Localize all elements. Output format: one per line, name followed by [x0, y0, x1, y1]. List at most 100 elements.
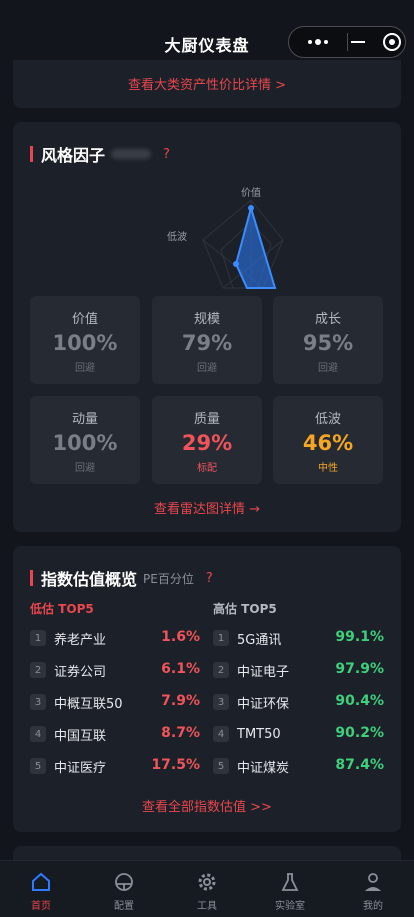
pe-percentile-value: 90.4%: [335, 693, 384, 709]
rank-badge: 1: [213, 630, 229, 646]
factor-percentile: 100%: [52, 431, 118, 455]
factor-name: 低波: [314, 412, 341, 427]
factor-status: 回避: [197, 363, 217, 374]
rank-badge: 2: [213, 662, 229, 678]
help-icon[interactable]: ?: [163, 147, 170, 162]
tab-label: 实验室: [275, 901, 305, 912]
all-index-link[interactable]: 查看全部指数估值 >>: [13, 796, 401, 815]
close-button[interactable]: [347, 27, 405, 57]
factor-tile[interactable]: 成长 95% 回避: [273, 296, 383, 384]
asset-detail-link[interactable]: 查看大类资产性价比详情 >: [13, 74, 401, 93]
factor-percentile: 29%: [181, 431, 233, 455]
factor-percentile: 46%: [302, 431, 354, 455]
factor-name: 价值: [71, 312, 98, 327]
pe-percentile-value: 6.1%: [161, 661, 200, 677]
pe-percentile-value: 99.1%: [335, 629, 384, 645]
high-valuation-row[interactable]: 1 5G通讯: [213, 628, 281, 648]
help-icon[interactable]: ?: [206, 571, 213, 586]
low-valuation-row[interactable]: 5 中证医疗: [30, 756, 106, 776]
factor-tile[interactable]: 动量 100% 回避: [30, 396, 140, 484]
index-name: 中证环保: [237, 696, 290, 712]
rank-badge: 4: [213, 726, 229, 742]
factor-percentile: 79%: [181, 331, 233, 355]
tab-home[interactable]: 首页: [11, 871, 71, 912]
radar-area: [234, 204, 277, 289]
low-valuation-row[interactable]: 1 养老产业: [30, 628, 106, 648]
index-name: 中证煤炭: [237, 760, 290, 776]
tab-tools[interactable]: 工具: [177, 871, 237, 912]
rank-badge: 5: [213, 758, 229, 774]
pe-percentile-value: 87.4%: [335, 757, 384, 773]
pe-percentile-value: 1.6%: [161, 629, 200, 645]
radar-label-left: 低波: [167, 232, 187, 243]
factor-name: 质量: [193, 412, 220, 427]
index-name: 中概互联50: [54, 696, 123, 712]
factor-tile[interactable]: 质量 29% 标配: [152, 396, 262, 484]
pe-percentile-subtitle: PE百分位: [143, 571, 194, 586]
factor-tile[interactable]: 规模 79% 回避: [152, 296, 262, 384]
high-valuation-row[interactable]: 3 中证环保: [213, 692, 289, 712]
gear-icon: [198, 873, 216, 891]
tab-label: 配置: [114, 901, 134, 912]
blurred-text: [111, 149, 152, 159]
tab-label: 首页: [31, 901, 51, 912]
more-dots-icon: [307, 39, 328, 45]
tab-label: 我的: [363, 901, 383, 912]
rank-badge: 5: [30, 758, 46, 774]
rank-badge: 1: [30, 630, 46, 646]
pe-percentile-value: 8.7%: [161, 725, 200, 741]
minimize-icon: [351, 41, 366, 43]
high-valuation-row[interactable]: 5 中证煤炭: [213, 756, 289, 776]
user-icon: [365, 873, 381, 891]
rank-badge: 3: [213, 694, 229, 710]
radar-label-top: 价值: [241, 188, 261, 199]
high-top5-heading: 高估 TOP5: [213, 602, 277, 616]
steering-icon: [115, 873, 133, 891]
index-valuation-header: 指数估值概览 PE百分位 ?: [30, 566, 213, 590]
index-name: 证券公司: [54, 664, 107, 680]
tab-lab[interactable]: 实验室: [260, 871, 320, 912]
pe-percentile-value: 7.9%: [161, 693, 200, 709]
flask-icon: [281, 873, 299, 891]
index-valuation-card: 指数估值概览 PE百分位 ? 低估 TOP5 高估 TOP5 1 养老产业 1.6%…: [13, 546, 401, 832]
high-valuation-row[interactable]: 2 中证电子: [213, 660, 289, 680]
pe-percentile-value: 17.5%: [151, 757, 200, 773]
home-icon: [32, 872, 50, 891]
title-accent-bar: [30, 146, 33, 162]
high-valuation-row[interactable]: 4 TMT50: [213, 724, 281, 744]
style-factor-title: 风格因子: [41, 146, 106, 165]
factor-percentile: 95%: [302, 331, 354, 355]
index-name: 中证电子: [237, 664, 290, 680]
asset-card: 查看大类资产性价比详情 >: [13, 60, 401, 108]
pe-percentile-value: 90.2%: [335, 725, 384, 741]
rank-badge: 2: [30, 662, 46, 678]
more-button[interactable]: [289, 27, 347, 57]
tab-mine[interactable]: 我的: [343, 871, 403, 912]
rank-badge: 4: [30, 726, 46, 742]
radar-detail-link[interactable]: 查看雷达图详情 →: [13, 498, 401, 517]
close-target-icon: [383, 33, 402, 51]
index-name: TMT50: [237, 726, 281, 742]
style-factor-card: 风格因子 ? 价值 低波 价值 100% 回避 规模 79% 回避 成长 95% 回避 动量 100…: [13, 122, 401, 532]
factor-status: 回避: [318, 363, 338, 374]
low-valuation-row[interactable]: 4 中国互联: [30, 724, 106, 744]
factor-name: 成长: [314, 312, 341, 327]
low-valuation-row[interactable]: 2 证券公司: [30, 660, 106, 680]
index-valuation-title: 指数估值概览: [41, 570, 138, 589]
index-name: 5G通讯: [237, 632, 282, 648]
tab-label: 工具: [197, 901, 217, 912]
factor-tile[interactable]: 低波 46% 中性: [273, 396, 383, 484]
factor-percentile: 100%: [52, 331, 118, 355]
miniprogram-capsule: [288, 26, 406, 58]
rank-badge: 3: [30, 694, 46, 710]
factor-name: 动量: [71, 412, 98, 427]
tab-config[interactable]: 配置: [94, 871, 154, 912]
low-top5-heading: 低估 TOP5: [30, 602, 94, 616]
factor-tile[interactable]: 价值 100% 回避: [30, 296, 140, 384]
index-name: 中证医疗: [54, 760, 107, 776]
bottom-tab-bar: 首页 配置 工具 实验室 我的: [0, 860, 414, 917]
style-factor-header: 风格因子 ?: [30, 142, 170, 166]
factor-status: 回避: [75, 463, 95, 474]
low-valuation-row[interactable]: 3 中概互联50: [30, 692, 123, 712]
factor-status: 中性: [318, 463, 338, 474]
